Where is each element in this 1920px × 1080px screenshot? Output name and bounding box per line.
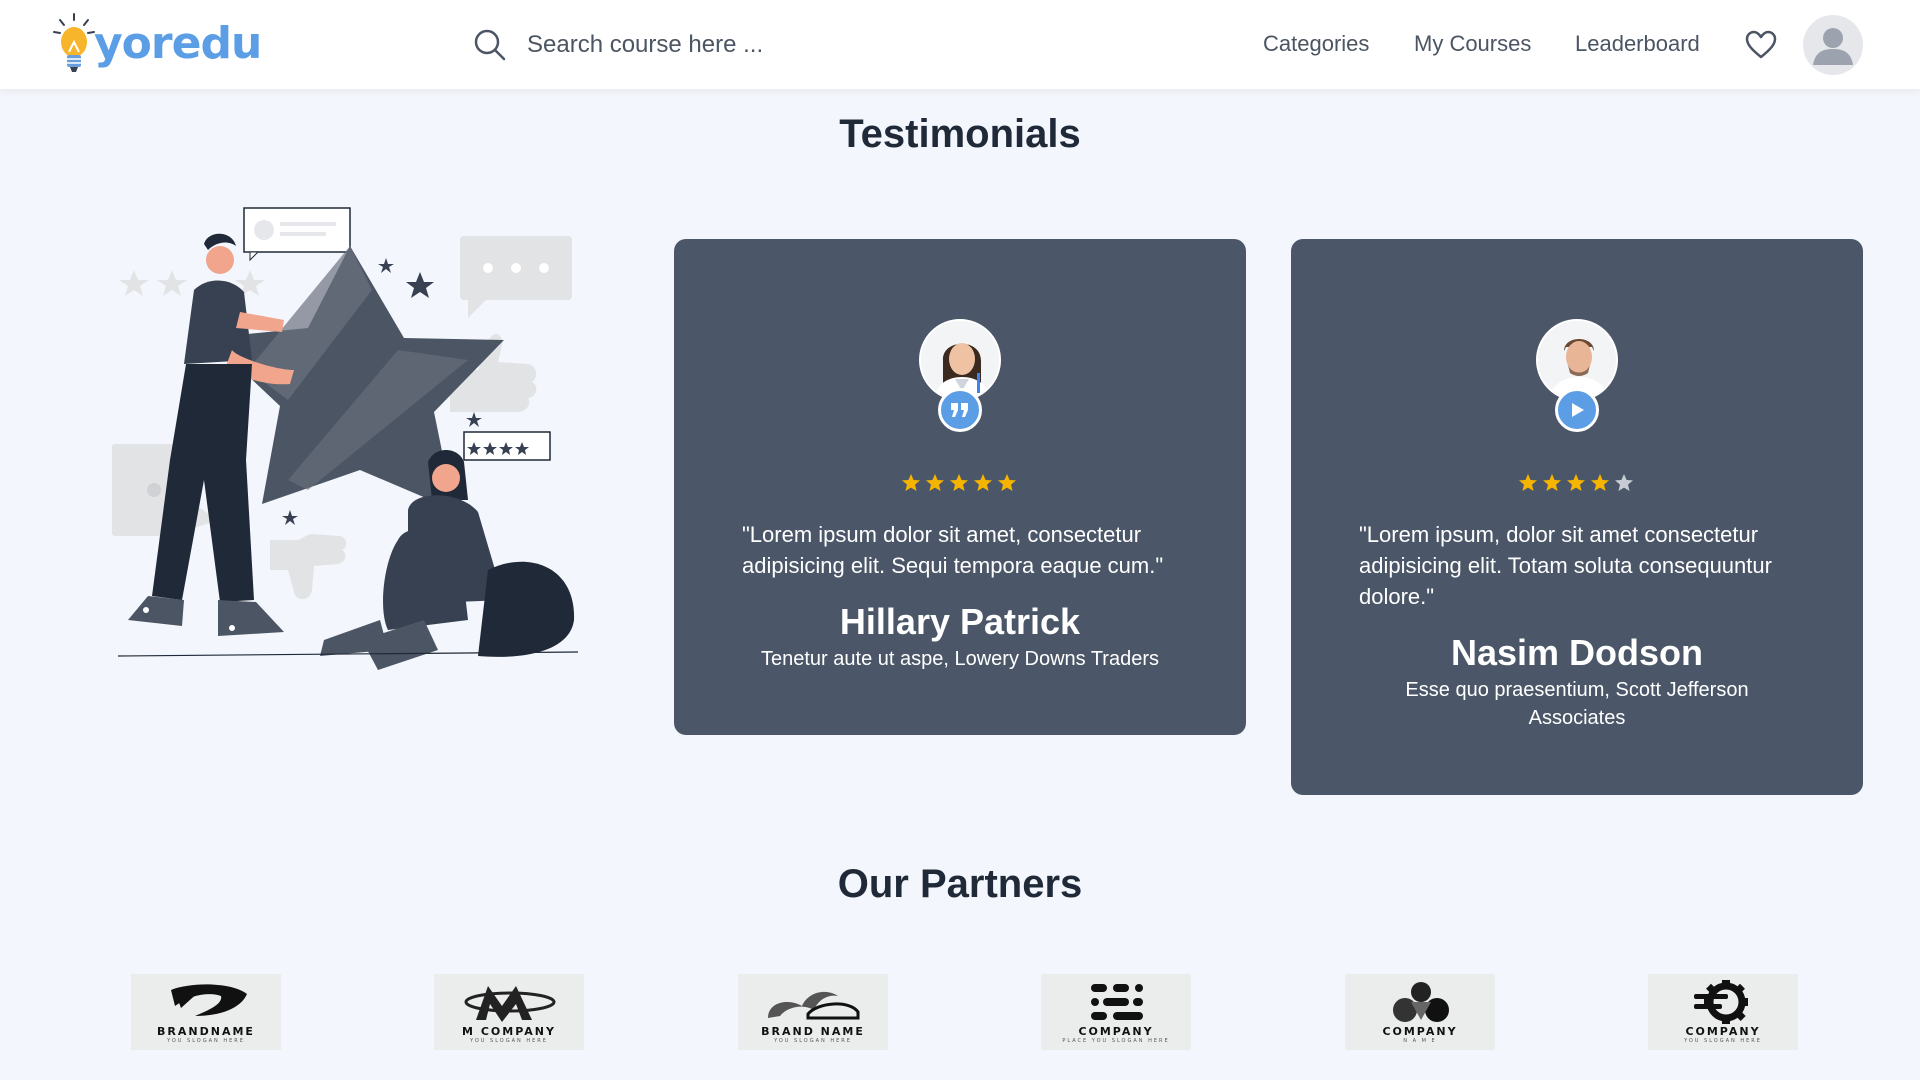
star-empty-icon [1615,474,1633,491]
partner-logo[interactable]: BRANDNAME YOU SLOGAN HERE [131,974,281,1050]
testimonial-role: Tenetur aute ut aspe, Lowery Downs Trade… [761,648,1159,670]
rating-stars [1518,473,1634,493]
brand-swoosh-logo [171,984,247,1016]
search-bar [473,28,847,62]
rating-stars [901,473,1017,493]
testimonial-illustration [112,207,579,670]
partner-name: COMPANY [1685,1025,1761,1038]
star-icon [926,474,944,491]
lightbulb-icon [53,13,95,72]
circles-company-logo [1393,982,1449,1022]
testimonial-role: Esse quo praesentium, Scott Jefferson As… [1405,679,1749,729]
partner-name: BRAND NAME [761,1025,865,1038]
site-logo[interactable]: yoredu [52,12,262,78]
star-icon [1519,474,1537,491]
partner-name: BRANDNAME [157,1025,255,1038]
dots-company-logo [1091,984,1143,1020]
testimonial-card: "Lorem ipsum dolor sit amet, consectetur… [674,239,1246,735]
partner-logo[interactable]: M COMPANY YOU SLOGAN HERE [434,974,584,1050]
partner-logo[interactable]: COMPANY YOU SLOGAN HERE [1648,974,1798,1050]
partner-slogan: PLACE YOU SLOGAN HERE [1062,1038,1170,1044]
top-navbar: yoredu Categories My Courses Leaderboard [0,0,1920,89]
star-icon [1543,474,1561,491]
nav-leaderboard[interactable]: Leaderboard [1575,31,1700,57]
partner-name: COMPANY [1078,1025,1154,1038]
partner-slogan: YOU SLOGAN HERE [774,1038,852,1044]
partner-logo[interactable]: BRAND NAME YOU SLOGAN HERE [738,974,888,1050]
testimonial-name: Nasim Dodson [1450,632,1704,673]
partner-name: COMPANY [1382,1025,1458,1038]
testimonial-name: Hillary Patrick [839,601,1081,642]
quote-icon [951,403,968,417]
wave-brand-logo [768,991,860,1020]
partner-slogan: YOU SLOGAN HERE [470,1038,548,1044]
heart-icon[interactable] [1745,30,1777,60]
testimonial-quote: "Lorem ipsum dolor sit amet, consectetur… [742,522,1164,578]
star-icon [950,474,968,491]
user-avatar[interactable] [1803,15,1863,75]
star-icon [974,474,992,491]
user-icon [1813,28,1853,65]
testimonials-title: Testimonials [839,112,1081,156]
partner-logo[interactable]: COMPANY N A M E [1345,974,1495,1050]
partner-name: M COMPANY [462,1025,556,1038]
play-icon [1572,403,1584,417]
partner-logo[interactable]: COMPANY PLACE YOU SLOGAN HERE [1041,974,1191,1050]
m-company-logo [464,986,556,1022]
star-icon [1591,474,1609,491]
play-badge[interactable] [1555,388,1599,432]
star-icon [1567,474,1585,491]
nav-categories[interactable]: Categories [1263,31,1369,57]
gear-company-logo [1694,980,1748,1024]
nav-my-courses[interactable]: My Courses [1414,31,1531,57]
logo-wordmark: yoredu [94,17,262,69]
testimonial-card: "Lorem ipsum, dolor sit amet consectetur… [1291,239,1863,795]
partner-slogan: N A M E [1403,1038,1437,1044]
partners-title: Our Partners [837,862,1083,906]
search-input[interactable] [527,31,847,59]
star-icon [998,474,1016,491]
star-icon [902,474,920,491]
testimonial-quote: "Lorem ipsum, dolor sit amet consectetur… [1359,522,1772,609]
quote-badge [938,388,982,432]
partner-slogan: YOU SLOGAN HERE [1684,1038,1762,1044]
search-icon[interactable] [473,28,507,62]
partner-slogan: YOU SLOGAN HERE [167,1038,245,1044]
